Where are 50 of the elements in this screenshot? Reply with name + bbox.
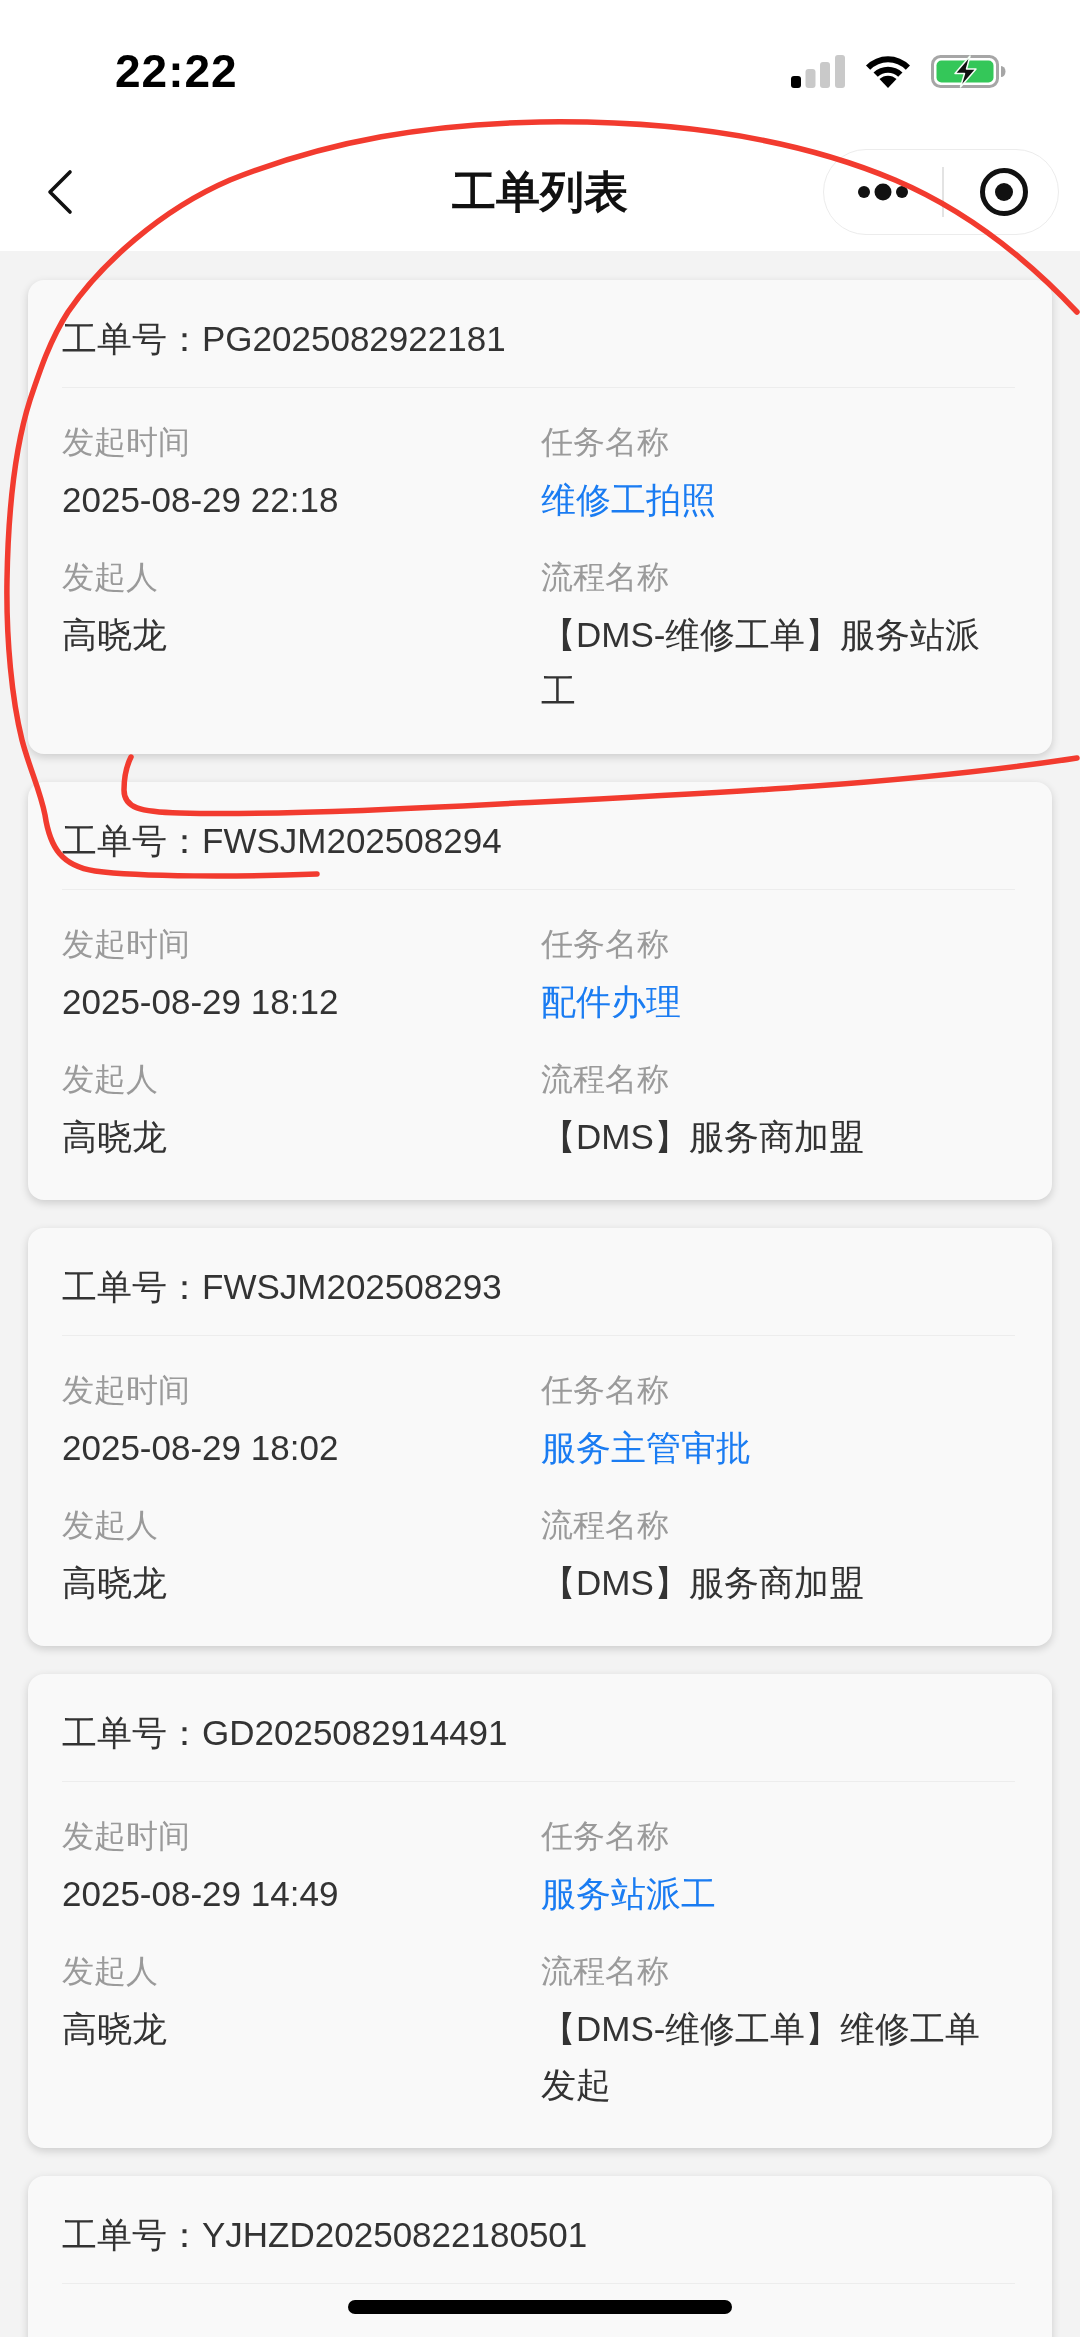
field-label: 发起时间	[62, 423, 190, 462]
field-label: 任务名称	[541, 925, 669, 964]
field-label: 发起时间	[62, 1371, 190, 1410]
field-label: 发起人	[62, 1060, 158, 1099]
initiator-name: 高晓龙	[62, 1116, 167, 1158]
ring-dot-icon[interactable]	[978, 166, 1029, 217]
task-name: 维修工拍照	[541, 479, 716, 521]
battery-charging-icon	[931, 54, 1007, 88]
order-number: 工单号：FWSJM202508294	[62, 820, 502, 862]
field-label: 流程名称	[541, 1506, 669, 1545]
field-label: 流程名称	[541, 1060, 669, 1099]
task-name: 配件办理	[541, 981, 681, 1023]
field-label: 发起人	[62, 1952, 158, 1991]
start-time: 2025-08-29 22:18	[62, 479, 339, 521]
field-label: 发起人	[62, 558, 158, 597]
order-card[interactable]: 工单号：YJHZD20250822180501	[28, 2176, 1052, 2337]
order-card[interactable]: 工单号：PG2025082922181 发起时间 2025-08-29 22:18 任务名称 维修工拍照 发起人 高晓龙 流程名称 【DMS-维修工单】服务站派工	[28, 280, 1052, 754]
initiator-name: 高晓龙	[62, 1562, 167, 1604]
start-time: 2025-08-29 18:02	[62, 1427, 339, 1469]
order-number: 工单号：FWSJM202508293	[62, 1266, 502, 1308]
order-card[interactable]: 工单号：GD2025082914491 发起时间 2025-08-29 14:49 任务名称 服务站派工 发起人 高晓龙 流程名称 【DMS-维修工单】维修工单发起	[28, 1674, 1052, 2148]
task-name: 服务主管审批	[541, 1427, 751, 1469]
initiator-name: 高晓龙	[62, 2008, 167, 2050]
page-title: 工单列表	[452, 165, 628, 218]
task-name: 服务站派工	[541, 1873, 716, 1915]
process-name: 【DMS】服务商加盟	[541, 1562, 864, 1604]
process-name: 【DMS-维修工单】维修工单发起	[541, 2008, 982, 2106]
order-number: 工单号：PG2025082922181	[62, 318, 506, 360]
order-card[interactable]: 工单号：FWSJM202508294 发起时间 2025-08-29 18:12 任务名称 配件办理 发起人 高晓龙 流程名称 【DMS】服务商加盟	[28, 782, 1052, 1200]
field-label: 任务名称	[541, 1817, 669, 1856]
order-number: 工单号：GD2025082914491	[62, 1712, 508, 1754]
order-card[interactable]: 工单号：FWSJM202508293 发起时间 2025-08-29 18:02 任务名称 服务主管审批 发起人 高晓龙 流程名称 【DMS】服务商加盟	[28, 1228, 1052, 1646]
process-name: 【DMS-维修工单】服务站派工	[541, 614, 982, 712]
more-icon[interactable]	[857, 182, 909, 201]
wifi-icon	[865, 54, 911, 88]
start-time: 2025-08-29 18:12	[62, 981, 339, 1023]
field-label: 流程名称	[541, 1952, 669, 1991]
field-label: 发起时间	[62, 925, 190, 964]
initiator-name: 高晓龙	[62, 614, 167, 656]
start-time: 2025-08-29 14:49	[62, 1873, 339, 1915]
status-time: 22:22	[115, 46, 238, 96]
field-label: 任务名称	[541, 1371, 669, 1410]
field-label: 流程名称	[541, 558, 669, 597]
process-name: 【DMS】服务商加盟	[541, 1116, 864, 1158]
field-label: 发起人	[62, 1506, 158, 1545]
back-icon[interactable]	[47, 168, 73, 215]
order-number: 工单号：YJHZD20250822180501	[62, 2214, 588, 2256]
field-label: 发起时间	[62, 1817, 190, 1856]
signal-icon	[791, 54, 845, 88]
field-label: 任务名称	[541, 423, 669, 462]
